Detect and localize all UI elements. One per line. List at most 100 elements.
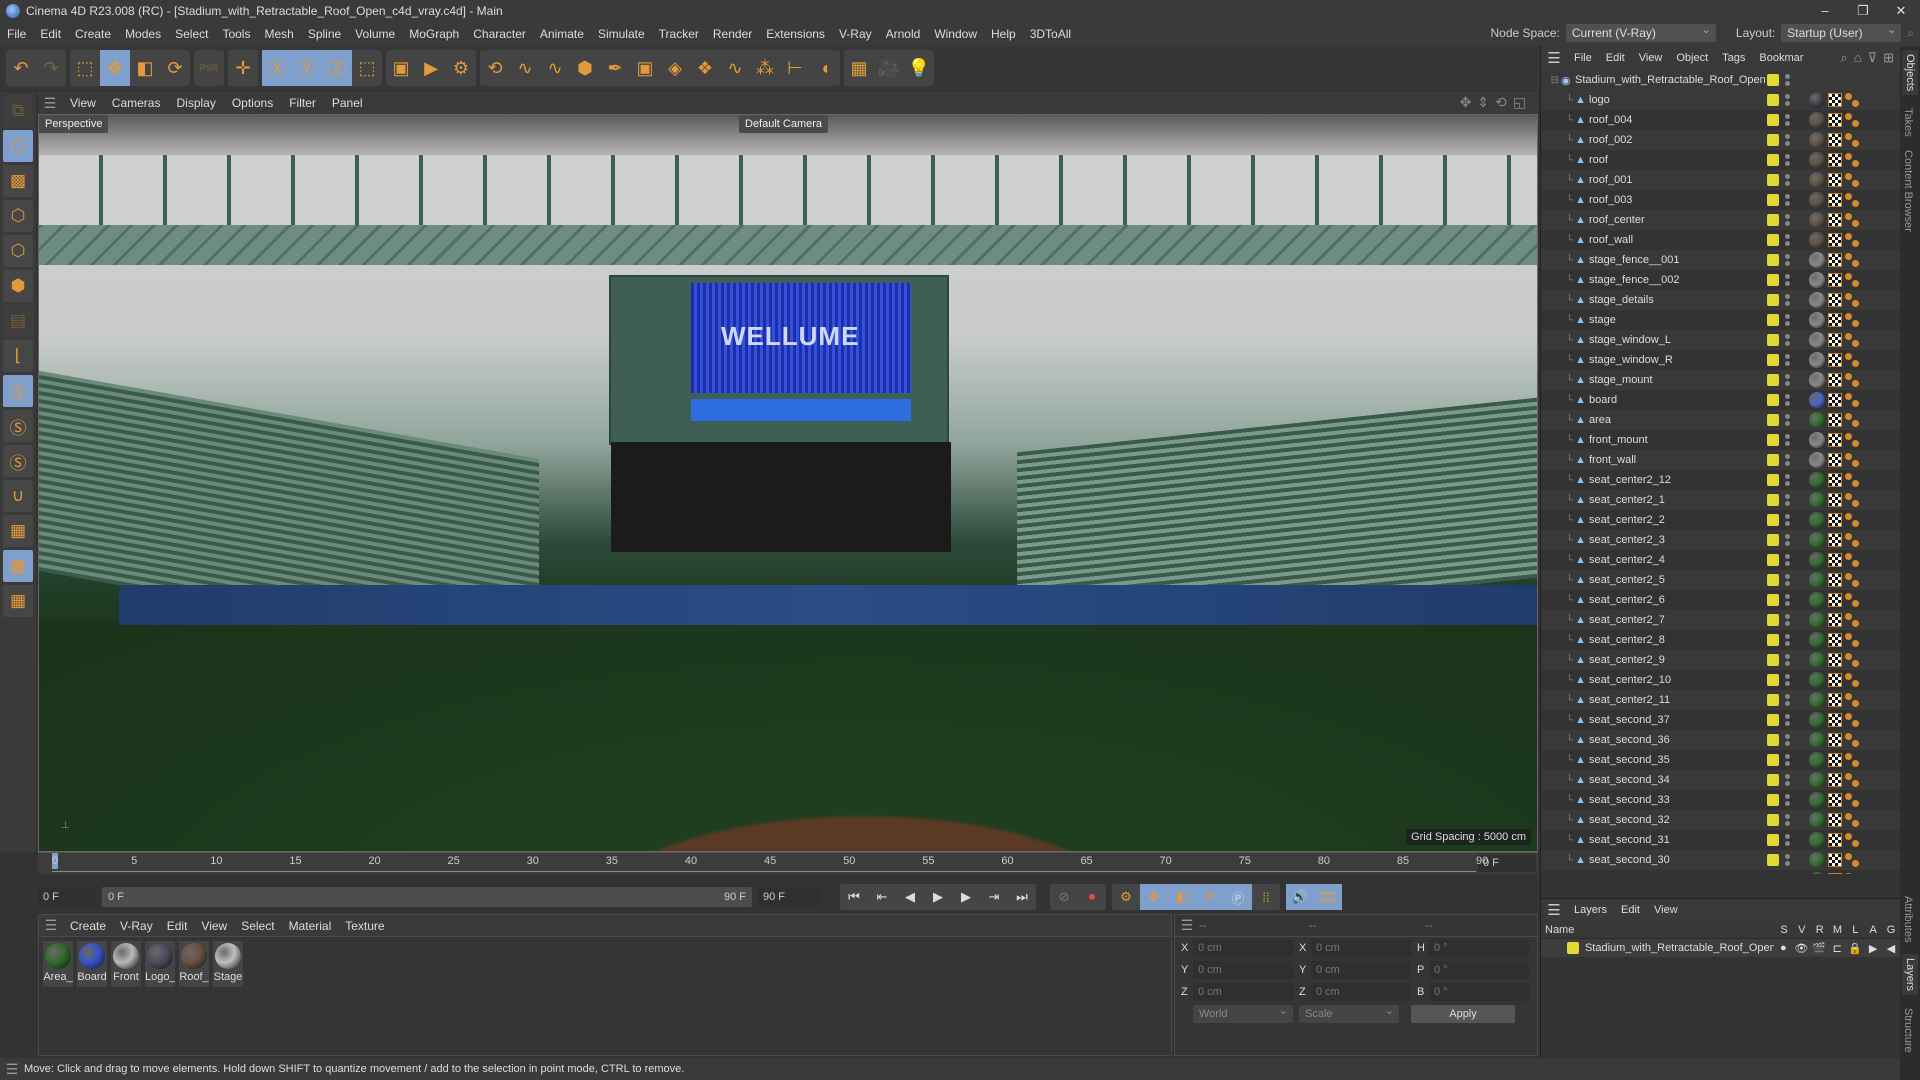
coordinate-system-icon[interactable]: ⬚: [352, 50, 382, 86]
object-menu-tags[interactable]: Tags: [1715, 52, 1752, 64]
material-tag-icon[interactable]: [1809, 352, 1825, 368]
layer-color-swatch[interactable]: [1767, 694, 1779, 706]
uvw-tag-icon[interactable]: [1828, 753, 1842, 767]
layer-column-r[interactable]: R: [1811, 924, 1829, 936]
layer-color-swatch[interactable]: [1767, 554, 1779, 566]
layer-color-swatch[interactable]: [1767, 594, 1779, 606]
object-row[interactable]: └ ▲ seat_second_34: [1541, 770, 1900, 790]
go-to-end-icon[interactable]: ⏭: [1008, 884, 1036, 910]
node-space-dropdown[interactable]: Current (V-Ray): [1565, 21, 1716, 42]
phong-tag-icon[interactable]: [1845, 653, 1859, 667]
tab-layers[interactable]: Layers: [1902, 954, 1918, 996]
layer-color-swatch[interactable]: [1767, 474, 1779, 486]
visibility-dots[interactable]: [1785, 514, 1793, 526]
object-row[interactable]: └ ▲ seat_second_35: [1541, 750, 1900, 770]
material-swatch[interactable]: Stage: [213, 941, 243, 987]
material-hamburger-icon[interactable]: ☰: [39, 917, 63, 934]
layer-column-s[interactable]: S: [1775, 924, 1793, 936]
layer-color-swatch[interactable]: [1767, 114, 1779, 126]
uvw-tag-icon[interactable]: [1828, 273, 1842, 287]
object-menu-view[interactable]: View: [1632, 52, 1670, 64]
layer-color-swatch[interactable]: [1767, 294, 1779, 306]
visibility-dots[interactable]: [1785, 534, 1793, 546]
layer-color-swatch[interactable]: [1767, 434, 1779, 446]
visibility-dots[interactable]: [1785, 714, 1793, 726]
object-row[interactable]: └ ▲ roof_003: [1541, 190, 1900, 210]
material-tag-icon[interactable]: [1809, 632, 1825, 648]
uvw-tag-icon[interactable]: [1828, 533, 1842, 547]
visibility-dots[interactable]: [1785, 474, 1793, 486]
uvw-tag-icon[interactable]: [1828, 873, 1842, 874]
material-tag-icon[interactable]: [1809, 772, 1825, 788]
phong-tag-icon[interactable]: [1845, 253, 1859, 267]
layer-color-swatch[interactable]: [1567, 942, 1579, 954]
menu-simulate[interactable]: Simulate: [591, 27, 652, 41]
make-editable-icon[interactable]: ⧉: [3, 95, 33, 127]
new-window-icon[interactable]: ⊞: [1883, 50, 1894, 66]
layer-color-swatch[interactable]: [1767, 794, 1779, 806]
object-row[interactable]: └ ▲ roof_wall: [1541, 230, 1900, 250]
uvw-tag-icon[interactable]: [1828, 593, 1842, 607]
uvw-tag-icon[interactable]: [1828, 833, 1842, 847]
viewport-menu-filter[interactable]: Filter: [281, 96, 324, 110]
uvw-tag-icon[interactable]: [1828, 393, 1842, 407]
object-row[interactable]: └ ▲ area: [1541, 410, 1900, 430]
edges-mode-icon[interactable]: ⬡: [3, 235, 33, 267]
uvw-tag-icon[interactable]: [1828, 333, 1842, 347]
layer-color-swatch[interactable]: [1767, 534, 1779, 546]
next-key-icon[interactable]: ⇥: [980, 884, 1008, 910]
layer-color-swatch[interactable]: [1767, 814, 1779, 826]
phong-tag-icon[interactable]: [1845, 633, 1859, 647]
visibility-dots[interactable]: [1785, 834, 1793, 846]
subdivision-icon[interactable]: ▣: [630, 50, 660, 86]
uvw-tag-icon[interactable]: [1828, 213, 1842, 227]
x-axis-icon[interactable]: Ⓧ: [262, 50, 292, 86]
phong-tag-icon[interactable]: [1845, 693, 1859, 707]
autokey-icon[interactable]: ⏺: [1078, 884, 1106, 910]
object-hamburger-icon[interactable]: ☰: [1541, 49, 1567, 67]
material-tag-icon[interactable]: [1809, 452, 1825, 468]
material-swatch[interactable]: Roof_: [179, 941, 209, 987]
phong-tag-icon[interactable]: [1845, 173, 1859, 187]
layer-color-swatch[interactable]: [1767, 414, 1779, 426]
cube-icon[interactable]: ⬢: [570, 50, 600, 86]
search-icon[interactable]: ⌕: [1840, 50, 1847, 66]
visibility-dots[interactable]: [1785, 294, 1793, 306]
uvw-tag-icon[interactable]: [1828, 253, 1842, 267]
visibility-dots[interactable]: [1785, 194, 1793, 206]
phong-tag-icon[interactable]: [1845, 553, 1859, 567]
menu-v-ray[interactable]: V-Ray: [832, 27, 879, 41]
phong-tag-icon[interactable]: [1845, 213, 1859, 227]
material-swatch[interactable]: Area_: [43, 941, 73, 987]
menu-create[interactable]: Create: [68, 27, 118, 41]
phong-tag-icon[interactable]: [1845, 133, 1859, 147]
material-tag-icon[interactable]: [1809, 792, 1825, 808]
layer-color-swatch[interactable]: [1767, 254, 1779, 266]
visible-icon[interactable]: 👁: [1792, 942, 1810, 955]
object-row[interactable]: └ ▲ roof: [1541, 150, 1900, 170]
sound-icon[interactable]: 🔊: [1286, 884, 1314, 910]
layer-color-swatch[interactable]: [1767, 614, 1779, 626]
menu-3dtoall[interactable]: 3DToAll: [1023, 27, 1078, 41]
deformer-icon[interactable]: ⊢: [780, 50, 810, 86]
visibility-dots[interactable]: [1785, 314, 1793, 326]
material-tag-icon[interactable]: [1809, 372, 1825, 388]
phong-tag-icon[interactable]: [1845, 313, 1859, 327]
material-menu-view[interactable]: View: [194, 919, 234, 933]
material-tag-icon[interactable]: [1809, 272, 1825, 288]
restore-button[interactable]: ❐: [1844, 0, 1882, 22]
minimize-button[interactable]: –: [1806, 0, 1844, 22]
layer-color-swatch[interactable]: [1767, 174, 1779, 186]
object-menu-object[interactable]: Object: [1669, 52, 1715, 64]
menu-edit[interactable]: Edit: [33, 27, 68, 41]
key-pla-icon[interactable]: ⁞⁞: [1252, 884, 1280, 910]
phong-tag-icon[interactable]: [1845, 93, 1859, 107]
visibility-dots[interactable]: [1785, 94, 1793, 106]
layer-color-swatch[interactable]: [1767, 334, 1779, 346]
uvw-tag-icon[interactable]: [1828, 453, 1842, 467]
object-row[interactable]: └ ▲ seat_center2_5: [1541, 570, 1900, 590]
uvw-tag-icon[interactable]: [1828, 413, 1842, 427]
object-row[interactable]: └ ▲ seat_center2_3: [1541, 530, 1900, 550]
points-mode-icon[interactable]: ⬡: [3, 200, 33, 232]
cloner-icon[interactable]: ❖: [690, 50, 720, 86]
